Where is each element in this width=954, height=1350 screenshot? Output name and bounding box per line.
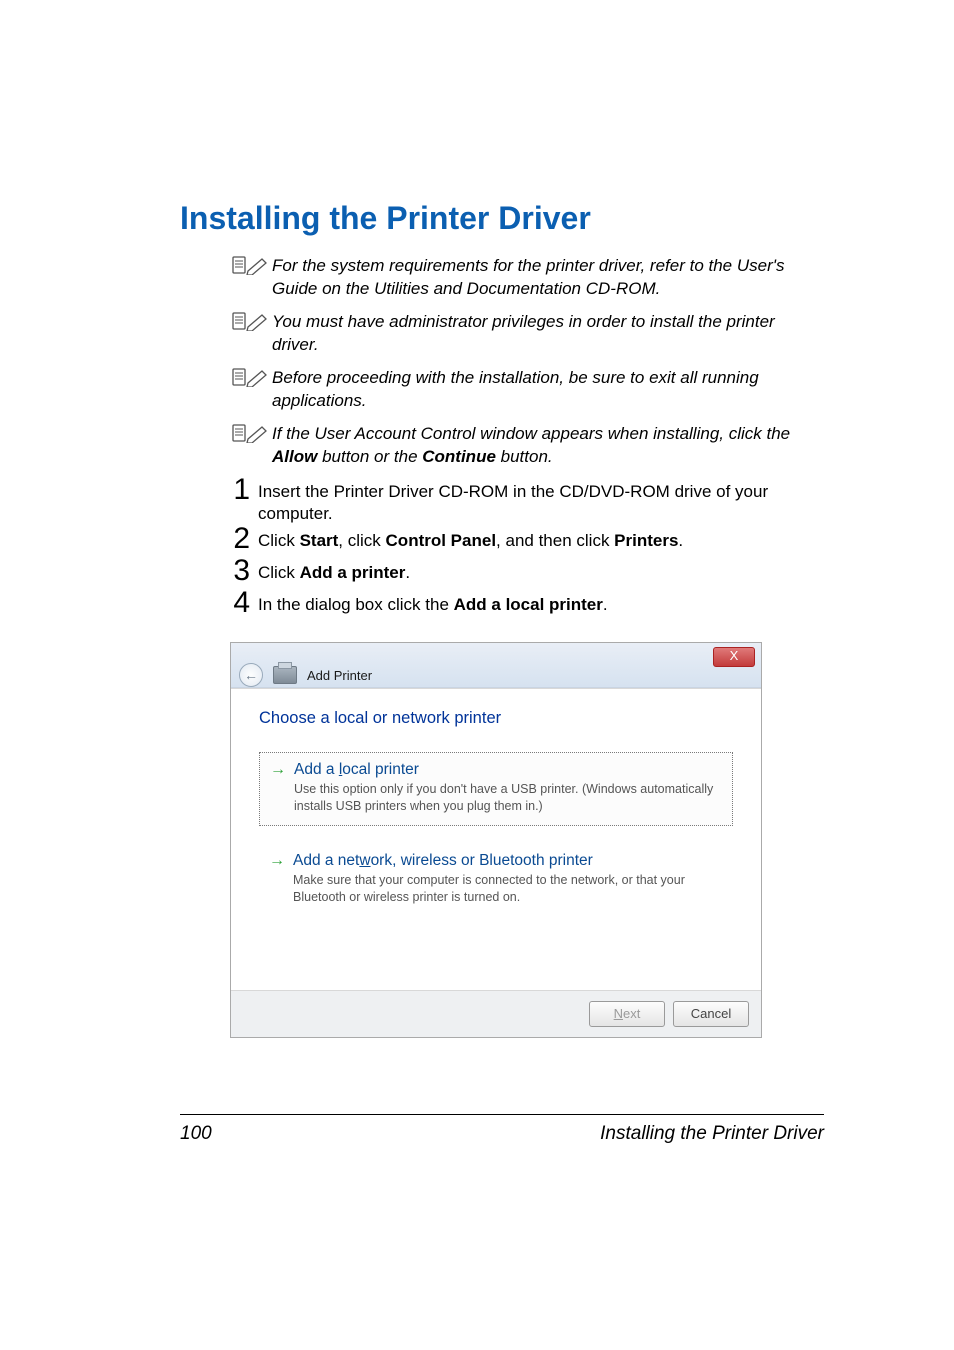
dialog-body: Choose a local or network printer → Add … [231,688,761,990]
note-text: You must have administrator privileges i… [272,311,824,357]
step-part: , and then click [496,531,614,550]
access-key: w [359,852,370,869]
option-text-part: ork, wireless or Bluetooth printer [371,852,593,869]
dialog-titlebar: X ← Add Printer [231,643,761,688]
step-bold: Control Panel [386,531,497,550]
option-heading: → Add a network, wireless or Bluetooth p… [269,852,723,870]
document-page: Installing the Printer Driver For the sy… [0,0,954,1350]
step-text: Insert the Printer Driver CD-ROM in the … [258,479,824,527]
step-row: 4 In the dialog box click the Add a loca… [220,592,824,622]
note-icon [230,367,272,392]
note-bold: Continue [422,447,496,466]
breadcrumb-row: ← Add Printer [231,663,372,687]
step-bold: Add a local printer [454,595,603,614]
step-number: 1 [220,475,250,505]
back-button[interactable]: ← [239,663,263,687]
step-bold: Printers [614,531,678,550]
option-text-part: ocal printer [342,761,419,778]
next-button[interactable]: Next [589,1001,665,1027]
option-text-part: Add a net [293,852,359,869]
note-part: button. [496,447,553,466]
printer-icon [273,666,297,684]
option-text-part: Add a [294,761,339,778]
page-footer: 100 Installing the Printer Driver [180,1114,824,1145]
note-icon [230,311,272,336]
step-bold: Start [300,531,339,550]
note-row: Before proceeding with the installation,… [230,367,824,413]
note-part: button or the [317,447,422,466]
footer-title: Installing the Printer Driver [600,1123,824,1145]
step-text: In the dialog box click the Add a local … [258,592,824,617]
option-description: Use this option only if you don't have a… [294,781,722,815]
step-number: 4 [220,588,250,618]
step-text: Click Add a printer. [258,560,824,585]
step-number: 2 [220,524,250,554]
step-text: Click Start, click Control Panel, and th… [258,528,824,553]
note-row: You must have administrator privileges i… [230,311,824,357]
step-part: In the dialog box click the [258,595,454,614]
step-part: . [603,595,608,614]
button-text-part: ext [623,1006,640,1021]
arrow-icon: → [270,761,286,779]
option-add-local-printer[interactable]: → Add a local printer Use this option on… [259,752,733,826]
step-part: . [678,531,683,550]
note-bold: Allow [272,447,317,466]
access-key: N [614,1006,623,1021]
step-bold: Add a printer [300,563,406,582]
page-number: 100 [180,1123,212,1145]
option-add-network-printer[interactable]: → Add a network, wireless or Bluetooth p… [259,844,733,916]
cancel-button[interactable]: Cancel [673,1001,749,1027]
dialog-heading: Choose a local or network printer [259,709,733,728]
step-part: Click [258,563,300,582]
note-icon [230,423,272,448]
close-button[interactable]: X [713,647,755,667]
step-row: 3 Click Add a printer. [220,560,824,590]
note-row: If the User Account Control window appea… [230,423,824,469]
note-text: If the User Account Control window appea… [272,423,824,469]
option-heading: → Add a local printer [270,761,722,779]
note-text: Before proceeding with the installation,… [272,367,824,413]
step-part: Click [258,531,300,550]
note-part: If the User Account Control window appea… [272,424,790,443]
option-description: Make sure that your computer is connecte… [293,872,723,906]
breadcrumb-text: Add Printer [307,668,372,683]
step-part: . [405,563,410,582]
arrow-icon: → [269,852,285,870]
step-number: 3 [220,556,250,586]
note-row: For the system requirements for the prin… [230,255,824,301]
dialog-footer: Next Cancel [231,990,761,1037]
step-row: 1 Insert the Printer Driver CD-ROM in th… [220,479,824,527]
step-row: 2 Click Start, click Control Panel, and … [220,528,824,558]
step-part: , click [338,531,385,550]
page-heading: Installing the Printer Driver [180,200,824,237]
note-text: For the system requirements for the prin… [272,255,824,301]
add-printer-dialog: X ← Add Printer Choose a local or networ… [230,642,762,1038]
note-icon [230,255,272,280]
